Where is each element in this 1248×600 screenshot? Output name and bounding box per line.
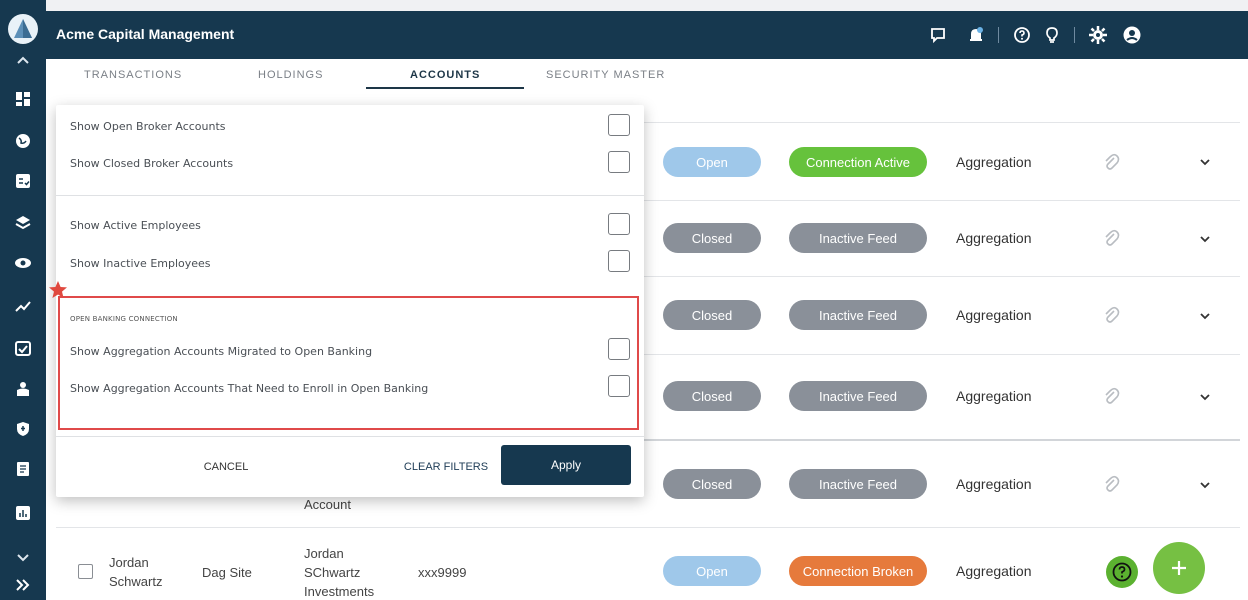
filter-label: Show Aggregation Accounts Migrated to Op… <box>70 345 373 358</box>
attachment-icon[interactable] <box>1102 387 1120 405</box>
filter-checkbox-closed-broker[interactable] <box>608 151 630 173</box>
tab-accounts[interactable]: ACCOUNTS <box>410 69 480 81</box>
account-number: xxx9999 <box>418 565 467 580</box>
filter-checkbox-enroll-open-banking[interactable] <box>608 375 630 397</box>
user-card-icon[interactable] <box>8 378 38 400</box>
trend-icon[interactable] <box>8 295 38 317</box>
filter-checkbox-migrated-open-banking[interactable] <box>608 338 630 360</box>
filter-checkbox-open-broker[interactable] <box>608 114 630 136</box>
chat-icon[interactable] <box>926 23 950 47</box>
top-header: Acme Capital Management <box>46 11 1248 59</box>
tab-bar: TRANSACTIONS HOLDINGS ACCOUNTS SECURITY … <box>46 59 1248 107</box>
status-badge: Open <box>663 556 761 586</box>
connection-badge: Inactive Feed <box>789 223 927 253</box>
expand-row-icon[interactable] <box>1198 478 1212 492</box>
tab-security-master[interactable]: SECURITY MASTER <box>546 69 665 81</box>
collapse-up-icon[interactable] <box>8 50 38 72</box>
expand-row-icon[interactable] <box>1198 309 1212 323</box>
connection-badge: Connection Active <box>789 147 927 177</box>
divider <box>56 195 644 196</box>
help-icon[interactable] <box>1010 23 1034 47</box>
app-title: Acme Capital Management <box>56 26 235 42</box>
connection-badge: Inactive Feed <box>789 381 927 411</box>
add-button[interactable] <box>1153 542 1205 594</box>
account-type: Aggregation <box>956 563 1032 579</box>
filter-label: Show Inactive Employees <box>70 257 211 270</box>
expand-icon[interactable] <box>8 574 38 596</box>
calendar-check-icon[interactable] <box>8 337 38 359</box>
cancel-button[interactable]: CANCEL <box>176 457 276 477</box>
account-name: Jordan SChwartz Investments <box>304 546 375 599</box>
account-type: Aggregation <box>956 154 1032 170</box>
attachment-icon[interactable] <box>1102 475 1120 493</box>
account-type: Aggregation <box>956 307 1032 323</box>
star-marker-icon <box>49 281 67 298</box>
app-root: Acme Capital Management TRANSACTIONS HOL… <box>0 0 1248 600</box>
row-select-checkbox[interactable] <box>78 564 93 579</box>
connection-badge: Inactive Feed <box>789 469 927 499</box>
sidebar <box>0 0 46 600</box>
layers-icon[interactable] <box>8 212 38 234</box>
document-icon[interactable] <box>8 458 38 480</box>
active-tab-indicator <box>366 87 524 89</box>
tab-holdings[interactable]: HOLDINGS <box>258 69 323 81</box>
lightbulb-icon[interactable] <box>1040 23 1064 47</box>
header-divider <box>998 27 999 43</box>
account-type: Aggregation <box>956 388 1032 404</box>
tab-transactions[interactable]: TRANSACTIONS <box>84 69 182 81</box>
account-type: Aggregation <box>956 476 1032 492</box>
expand-row-icon[interactable] <box>1198 155 1212 169</box>
attachment-icon[interactable] <box>1102 153 1120 171</box>
filter-label: Show Active Employees <box>70 219 201 232</box>
status-badge: Closed <box>663 381 761 411</box>
chevron-down-icon[interactable] <box>8 546 38 568</box>
attachment-icon[interactable] <box>1102 229 1120 247</box>
connection-badge: Connection Broken <box>789 556 927 586</box>
filter-label: Show Open Broker Accounts <box>70 120 226 133</box>
checklist-icon[interactable] <box>8 170 38 192</box>
settings-icon[interactable] <box>1086 23 1110 47</box>
employee-name: Jordan Schwartz <box>109 555 163 589</box>
shield-icon[interactable] <box>8 418 38 440</box>
plus-icon <box>1172 561 1186 575</box>
clear-filters-button[interactable]: CLEAR FILTERS <box>386 457 506 477</box>
account-type: Aggregation <box>956 230 1032 246</box>
help-circle-icon[interactable] <box>1106 556 1138 588</box>
filter-checkbox-inactive-employees[interactable] <box>608 250 630 272</box>
globe-icon[interactable] <box>8 130 38 152</box>
report-icon[interactable] <box>8 502 38 524</box>
site-name: Dag Site <box>202 565 252 580</box>
connection-badge: Inactive Feed <box>789 300 927 330</box>
status-badge: Open <box>663 147 761 177</box>
user-icon[interactable] <box>1120 23 1144 47</box>
account-name: Account <box>304 497 351 512</box>
filter-label: Show Aggregation Accounts That Need to E… <box>70 382 429 395</box>
divider <box>56 436 644 437</box>
eye-icon[interactable] <box>8 252 38 274</box>
status-badge: Closed <box>663 469 761 499</box>
expand-row-icon[interactable] <box>1198 390 1212 404</box>
header-divider <box>1074 27 1075 43</box>
filter-checkbox-active-employees[interactable] <box>608 213 630 235</box>
expand-row-icon[interactable] <box>1198 232 1212 246</box>
notification-icon[interactable] <box>964 23 988 47</box>
status-badge: Closed <box>663 223 761 253</box>
app-logo[interactable] <box>8 14 38 44</box>
filter-dropdown: Show Open Broker Accounts Show Closed Br… <box>56 105 644 497</box>
status-badge: Closed <box>663 300 761 330</box>
apply-button[interactable]: Apply <box>501 445 631 485</box>
attachment-icon[interactable] <box>1102 306 1120 324</box>
dashboard-icon[interactable] <box>8 88 38 110</box>
open-banking-section-title: OPEN BANKING CONNECTION <box>70 315 178 323</box>
filter-label: Show Closed Broker Accounts <box>70 157 234 170</box>
